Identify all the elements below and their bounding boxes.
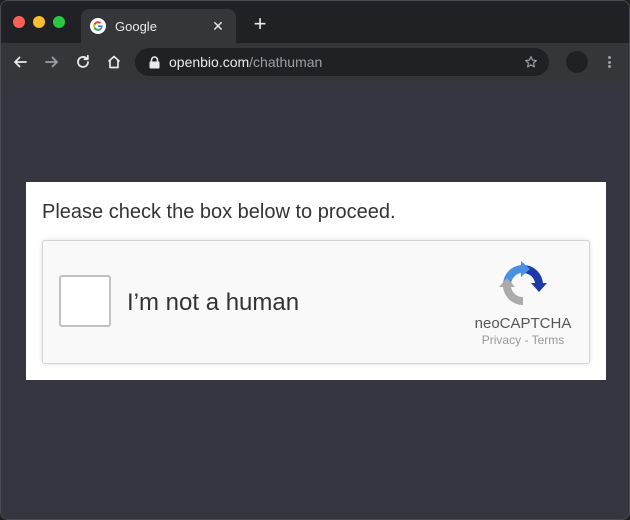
profile-avatar[interactable] bbox=[566, 51, 588, 73]
maximize-window-button[interactable] bbox=[53, 16, 65, 28]
tab-close-icon[interactable]: ✕ bbox=[210, 18, 226, 35]
page-viewport: Please check the box below to proceed. I… bbox=[1, 81, 629, 519]
browser-window: Google ✕ + openbio.com/chathuman Please … bbox=[0, 0, 630, 520]
terms-link[interactable]: Terms bbox=[532, 333, 565, 347]
captcha-checkbox[interactable] bbox=[59, 275, 111, 327]
captcha-card: Please check the box below to proceed. I… bbox=[26, 182, 606, 380]
captcha-label: I’m not a human bbox=[127, 289, 300, 316]
back-arrow-icon[interactable] bbox=[10, 52, 30, 72]
new-tab-button[interactable]: + bbox=[250, 13, 270, 35]
captcha-widget: I’m not a human neoCAPTCHA Privacy - Ter… bbox=[42, 240, 590, 364]
bookmark-star-icon[interactable] bbox=[523, 54, 539, 70]
tab-title: Google bbox=[115, 18, 157, 34]
privacy-link[interactable]: Privacy bbox=[482, 333, 521, 347]
page-prompt: Please check the box below to proceed. bbox=[42, 201, 396, 223]
lock-icon bbox=[147, 55, 161, 69]
google-g-icon bbox=[90, 18, 106, 34]
tab-strip: Google ✕ + bbox=[1, 1, 629, 43]
url-text: openbio.com/chathuman bbox=[169, 54, 523, 70]
minimize-window-button[interactable] bbox=[33, 16, 45, 28]
captcha-logo-icon bbox=[499, 261, 547, 309]
link-separator: - bbox=[521, 333, 532, 347]
forward-arrow-icon[interactable] bbox=[42, 52, 62, 72]
close-window-button[interactable] bbox=[13, 16, 25, 28]
captcha-brand: neoCAPTCHA bbox=[474, 315, 572, 332]
address-bar[interactable]: openbio.com/chathuman bbox=[135, 48, 549, 76]
reload-icon[interactable] bbox=[73, 52, 93, 72]
home-icon[interactable] bbox=[104, 52, 124, 72]
captcha-links: Privacy - Terms bbox=[443, 333, 603, 347]
url-path: /chathuman bbox=[249, 54, 323, 70]
browser-toolbar: openbio.com/chathuman bbox=[1, 43, 629, 81]
tab-google[interactable]: Google ✕ bbox=[81, 9, 236, 43]
browser-menu-icon[interactable] bbox=[603, 53, 615, 71]
url-host: openbio.com bbox=[169, 54, 250, 70]
window-controls bbox=[13, 16, 65, 28]
